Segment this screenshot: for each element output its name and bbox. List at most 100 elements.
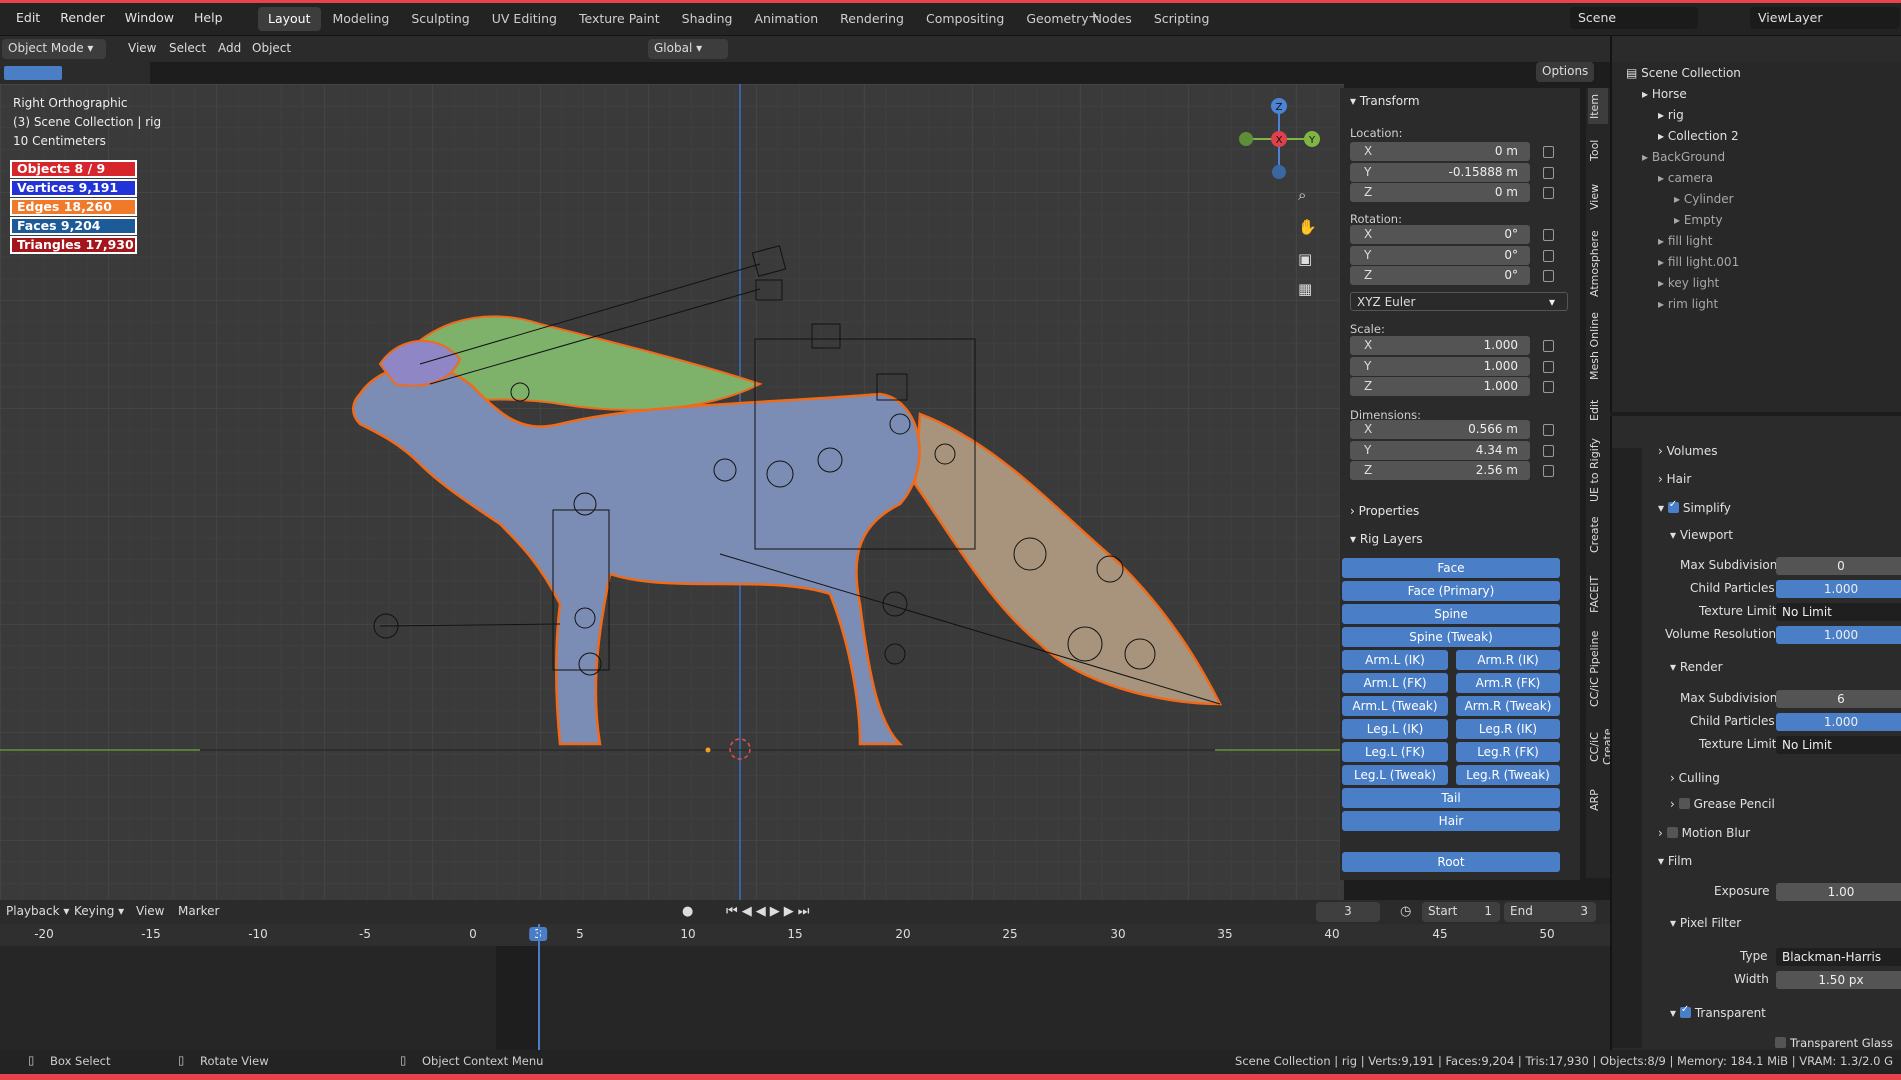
rig-layer-left[interactable]: Leg.L (FK) (1342, 742, 1448, 762)
lock-icon[interactable] (1543, 340, 1554, 352)
lock-icon[interactable] (1543, 424, 1554, 436)
3d-viewport[interactable]: Z Y X ⌕ ✋ ▣ ▦ (0, 84, 1344, 900)
lock-icon[interactable] (1543, 270, 1554, 282)
tab-geometry-nodes[interactable]: Geometry Nodes (1016, 7, 1141, 31)
properties-tabs[interactable] (1612, 448, 1642, 1048)
pixel-filter-panel[interactable]: ▾ Pixel Filter (1670, 916, 1741, 930)
tab-shading[interactable]: Shading (672, 7, 743, 31)
transparent-panel[interactable]: ▾ Transparent (1670, 1004, 1766, 1020)
sidebar-tab-ue-to-rigify[interactable]: UE to Rigify (1588, 436, 1608, 504)
expand-arrow-icon[interactable]: ▸ (1658, 255, 1668, 269)
camera-view-icon[interactable]: ▣ (1298, 250, 1318, 270)
rotation-mode-dropdown[interactable]: XYZ Euler ▾ (1350, 292, 1568, 311)
timeline-view-menu[interactable]: View (130, 902, 170, 922)
transparent-glass-checkbox[interactable] (1775, 1037, 1786, 1048)
rig-layer-right[interactable]: Leg.R (IK) (1456, 719, 1560, 739)
pan-hand-icon[interactable]: ✋ (1298, 218, 1318, 238)
sidebar-tab-tool[interactable]: Tool (1588, 128, 1608, 172)
sidebar-tab-create[interactable]: Create (1588, 508, 1608, 562)
menu-add[interactable]: Add (212, 39, 247, 59)
orientation-dropdown[interactable]: Global ▾ (648, 39, 728, 59)
vp-vol-field[interactable]: 1.000 (1776, 626, 1901, 644)
properties-header[interactable]: › Properties (1350, 504, 1419, 518)
tab-texture-paint[interactable]: Texture Paint (569, 7, 670, 31)
rig-layer-spine-tweak[interactable]: Spine (Tweak) (1342, 627, 1560, 647)
frame-ruler[interactable]: -20-15-10-5035101520253035404550 (0, 924, 1610, 946)
r-tex-dropdown[interactable]: No Limit (1776, 736, 1901, 754)
expand-arrow-icon[interactable]: ▸ (1658, 171, 1668, 185)
motion-blur-checkbox[interactable] (1666, 827, 1678, 838)
start-frame-field[interactable]: Start 1 (1422, 902, 1500, 922)
rot-y-field[interactable]: Y 0° (1350, 245, 1530, 265)
outliner-item[interactable]: ▸ camera (1658, 171, 1713, 185)
lock-icon[interactable] (1543, 229, 1554, 241)
rot-z-field[interactable]: Z 0° (1350, 266, 1530, 285)
motion-blur-panel[interactable]: › Motion Blur (1658, 826, 1750, 840)
sidebar-tab-cc-ic-create[interactable]: CC/iC Create (1588, 716, 1614, 778)
simplify-checkbox[interactable] (1667, 499, 1679, 513)
lock-icon[interactable] (1543, 360, 1554, 373)
tab-animation[interactable]: Animation (744, 7, 828, 31)
lock-icon[interactable] (1543, 444, 1554, 457)
filter-type-dropdown[interactable]: Blackman-Harris (1776, 948, 1901, 966)
tab-rendering[interactable]: Rendering (830, 7, 914, 31)
tab-compositing[interactable]: Compositing (916, 7, 1014, 31)
hair-panel[interactable]: › Hair (1658, 472, 1691, 486)
mode-dropdown[interactable]: Object Mode ▾ (2, 39, 106, 59)
sidebar-tab-mesh-online[interactable]: Mesh Online (1588, 308, 1608, 384)
current-frame-field[interactable]: 3 (1316, 902, 1380, 922)
outliner-item[interactable]: ▸ Horse (1642, 87, 1687, 101)
expand-arrow-icon[interactable]: ▸ (1658, 108, 1668, 122)
dim-y-field[interactable]: Y 4.34 m (1350, 440, 1530, 460)
rig-layer-left[interactable]: Leg.L (IK) (1342, 719, 1448, 739)
rig-layer-left[interactable]: Arm.L (Tweak) (1342, 696, 1448, 716)
simplify-panel[interactable]: ▾ Simplify (1658, 499, 1731, 515)
outliner-item[interactable]: ▸ key light (1658, 276, 1719, 290)
dim-x-field[interactable]: X 0.566 m (1350, 420, 1530, 439)
lock-icon[interactable] (1543, 146, 1554, 158)
menu-help[interactable]: Help (194, 10, 223, 25)
rig-layer-left[interactable]: Leg.L (Tweak) (1342, 765, 1448, 785)
rig-layer-face-primary[interactable]: Face (Primary) (1342, 581, 1560, 601)
transparent-glass-row[interactable]: Transparent Glass (1775, 1036, 1893, 1050)
menu-edit[interactable]: Edit (16, 10, 40, 25)
rig-layer-right[interactable]: Leg.R (FK) (1456, 742, 1560, 762)
expand-arrow-icon[interactable]: ▸ (1658, 234, 1668, 248)
menu-window[interactable]: Window (125, 10, 174, 25)
rig-layer-face[interactable]: Face (1342, 558, 1560, 578)
scene-collection-row[interactable]: ▤ Scene Collection (1626, 66, 1741, 80)
sidebar-tab-view[interactable]: View (1588, 176, 1608, 218)
rig-layer-hair[interactable]: Hair (1342, 811, 1560, 831)
viewlayer-selector[interactable]: ViewLayer (1750, 7, 1900, 29)
outliner-item[interactable]: ▸ rim light (1658, 297, 1718, 311)
lock-icon[interactable] (1543, 381, 1554, 393)
rig-layer-left[interactable]: Arm.L (IK) (1342, 650, 1448, 670)
marker-menu[interactable]: Marker (172, 902, 225, 922)
volumes-panel[interactable]: › Volumes (1658, 444, 1718, 458)
select-mode-icons[interactable] (0, 62, 150, 84)
sidebar-tab-atmosphere[interactable]: Atmosphere (1588, 222, 1608, 306)
menu-view[interactable]: View (122, 39, 162, 59)
timeline-keyframe-area[interactable] (0, 924, 1610, 1058)
outliner-item[interactable]: ▸ rig (1658, 108, 1684, 122)
expand-arrow-icon[interactable]: ▸ (1642, 87, 1652, 101)
expand-arrow-icon[interactable]: ▸ (1642, 150, 1652, 164)
r-child-field[interactable]: 1.000 (1776, 713, 1901, 731)
menu-select[interactable]: Select (163, 39, 212, 59)
expand-arrow-icon[interactable]: ▸ (1658, 276, 1668, 290)
playback-controls[interactable]: ⏮◀◀▶▶⏭ (726, 904, 813, 919)
tab-uv-editing[interactable]: UV Editing (482, 7, 567, 31)
menu-object[interactable]: Object (246, 39, 297, 59)
tab-layout[interactable]: Layout (258, 7, 321, 31)
vp-tex-dropdown[interactable]: No Limit (1776, 603, 1901, 621)
dim-z-field[interactable]: Z 2.56 m (1350, 461, 1530, 480)
simplify-viewport-panel[interactable]: ▾ Viewport (1670, 528, 1733, 542)
outliner-item[interactable]: ▸ BackGround (1642, 150, 1725, 164)
rig-layers-header[interactable]: ▾ Rig Layers (1350, 532, 1423, 546)
loc-x-field[interactable]: X 0 m (1350, 142, 1530, 161)
sidebar-tab-arp[interactable]: ARP (1588, 782, 1608, 818)
lock-icon[interactable] (1543, 187, 1554, 199)
tab-scripting[interactable]: Scripting (1144, 7, 1220, 31)
zoom-icon[interactable]: ⌕ (1298, 186, 1318, 206)
scl-z-field[interactable]: Z 1.000 (1350, 377, 1530, 396)
